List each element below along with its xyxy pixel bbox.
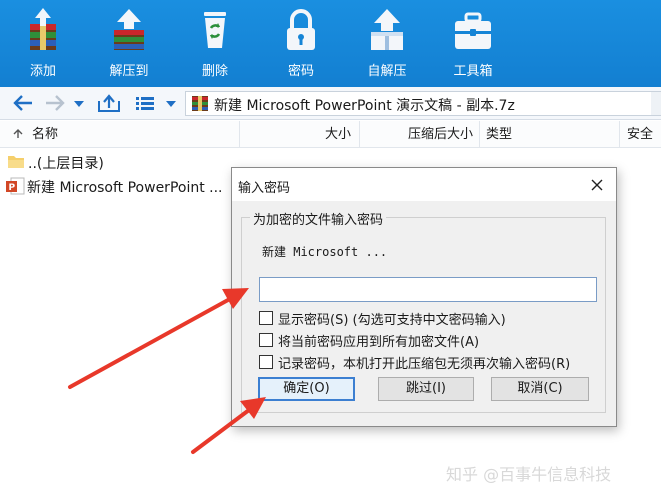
self-extract-icon — [371, 9, 403, 50]
column-packed-label: 压缩后大小 — [407, 127, 473, 142]
add-button[interactable]: 添加 — [0, 0, 86, 87]
file-name: ..(上层目录) — [28, 156, 104, 172]
password-input[interactable] — [259, 277, 597, 302]
column-name-label: 名称 — [32, 127, 59, 142]
delete-label: 删除 — [201, 64, 228, 79]
password-lock-icon — [287, 9, 315, 50]
history-dropdown-icon[interactable] — [72, 93, 86, 113]
forward-arrow-icon[interactable] — [44, 93, 66, 113]
ok-button[interactable]: 确定(O) — [258, 377, 355, 401]
column-packed-size[interactable]: 压缩后大小 — [360, 121, 480, 148]
back-arrow-icon[interactable] — [12, 93, 34, 113]
checkbox-box[interactable] — [259, 333, 273, 347]
dialog-title: 输入密码 — [238, 181, 291, 196]
address-scroll-handle[interactable] — [651, 92, 661, 115]
powerpoint-file-icon: P — [6, 177, 25, 195]
column-security[interactable]: 安全 — [620, 121, 661, 148]
extract-to-button[interactable]: 解压到 — [86, 0, 172, 87]
show-password-label: 显示密码(S) (勾选可支持中文密码输入) — [278, 312, 506, 328]
up-folder-icon[interactable] — [96, 93, 122, 113]
main-toolbar: 添加 解压到 删除 密码 自解压 工具箱 — [0, 0, 661, 87]
apply-all-checkbox[interactable]: 将当前密码应用到所有加密文件(A) — [259, 331, 480, 350]
svg-text:P: P — [9, 183, 16, 193]
encrypted-file-name: 新建 Microsoft ... — [262, 245, 388, 259]
file-name: 新建 Microsoft PowerPoint ... — [27, 180, 223, 196]
app-window: 添加 解压到 删除 密码 自解压 工具箱 新建 Microsoft PowerP… — [0, 0, 661, 500]
skip-button[interactable]: 跳过(I) — [378, 377, 474, 401]
cancel-button[interactable]: 取消(C) — [491, 377, 589, 401]
delete-recycle-icon — [204, 12, 226, 48]
address-field[interactable]: 新建 Microsoft PowerPoint 演示文稿 - 副本.7z — [185, 91, 661, 116]
remember-password-checkbox[interactable]: 记录密码，本机打开此压缩包无须再次输入密码(R) — [259, 353, 571, 372]
column-header: 名称 大小 压缩后大小 类型 安全 — [0, 121, 661, 148]
close-icon[interactable] — [586, 174, 608, 196]
self-extract-label: 自解压 — [367, 64, 407, 79]
sort-ascending-icon — [13, 129, 23, 138]
password-button[interactable]: 密码 — [258, 0, 344, 87]
password-dialog: 输入密码 为加密的文件输入密码 新建 Microsoft ... 显示密码(S)… — [231, 167, 617, 427]
checkbox-box[interactable] — [259, 311, 273, 325]
delete-button[interactable]: 删除 — [172, 0, 258, 87]
group-label: 为加密的文件输入密码 — [250, 209, 387, 228]
extract-to-icon — [114, 9, 144, 50]
password-group: 为加密的文件输入密码 新建 Microsoft ... 显示密码(S) (勾选可… — [241, 209, 606, 413]
add-label: 添加 — [29, 64, 56, 79]
column-size[interactable]: 大小 — [240, 121, 360, 148]
column-security-label: 安全 — [627, 127, 654, 142]
column-size-label: 大小 — [324, 127, 351, 142]
dialog-titlebar: 输入密码 — [232, 168, 616, 201]
toolbox-button[interactable]: 工具箱 — [430, 0, 516, 87]
column-name[interactable]: 名称 — [0, 121, 240, 148]
self-extract-button[interactable]: 自解压 — [344, 0, 430, 87]
view-list-icon[interactable] — [134, 93, 156, 113]
address-bar: 新建 Microsoft PowerPoint 演示文稿 - 副本.7z — [0, 87, 661, 120]
checkbox-box[interactable] — [259, 355, 273, 369]
extract-to-label: 解压到 — [109, 64, 149, 79]
toolbox-label: 工具箱 — [453, 64, 493, 79]
apply-all-label: 将当前密码应用到所有加密文件(A) — [278, 334, 480, 350]
remember-password-label: 记录密码，本机打开此压缩包无须再次输入密码(R) — [278, 356, 571, 372]
watermark: 知乎 @百事牛信息科技 — [446, 465, 612, 484]
toolbox-icon — [455, 12, 491, 49]
archive-file-icon — [192, 96, 208, 111]
address-path: 新建 Microsoft PowerPoint 演示文稿 - 副本.7z — [214, 98, 515, 114]
add-archive-icon — [30, 8, 56, 50]
show-password-checkbox[interactable]: 显示密码(S) (勾选可支持中文密码输入) — [259, 309, 506, 328]
password-label: 密码 — [287, 64, 314, 79]
column-type[interactable]: 类型 — [480, 121, 620, 148]
folder-icon — [8, 156, 24, 168]
view-dropdown-icon[interactable] — [164, 93, 178, 113]
column-type-label: 类型 — [486, 127, 513, 142]
